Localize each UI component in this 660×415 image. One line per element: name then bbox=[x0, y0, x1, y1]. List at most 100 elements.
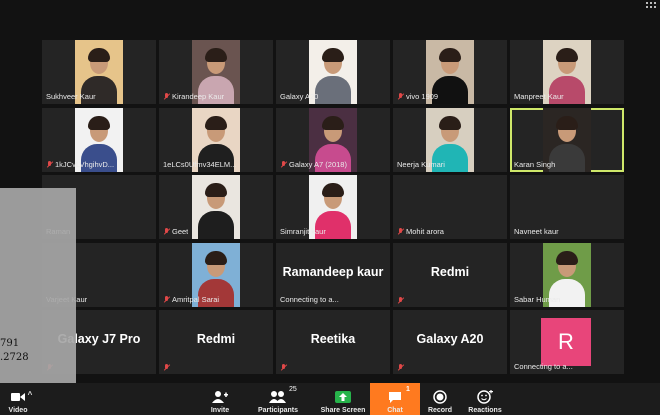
participant-name: Connecting to a... bbox=[280, 294, 339, 304]
muted-mic-icon bbox=[397, 93, 404, 100]
participant-tile[interactable]: Navneet kaur bbox=[510, 175, 624, 239]
record-label: Record bbox=[427, 407, 453, 414]
participant-name: Neerja Kumari bbox=[397, 159, 445, 169]
participant-display-name: Redmi bbox=[430, 264, 470, 279]
participant-tile[interactable]: R Connecting to a... bbox=[510, 310, 624, 374]
participant-name-row: Geet bbox=[163, 227, 188, 236]
meeting-toolbar: Video ^ Invite Participants 25 Share Scr… bbox=[0, 383, 660, 415]
muted-mic-icon bbox=[280, 364, 287, 371]
video-options-caret[interactable]: ^ bbox=[22, 383, 38, 415]
participants-count: 25 bbox=[289, 386, 297, 393]
participant-name-row: Karan Singh bbox=[514, 160, 555, 169]
participant-tile[interactable]: Redmi bbox=[393, 242, 507, 307]
participant-display-name: Reetika bbox=[310, 332, 356, 346]
participant-tile[interactable]: Geet bbox=[159, 175, 273, 239]
muted-mic-icon bbox=[163, 93, 170, 100]
chat-button[interactable]: Chat bbox=[370, 383, 420, 415]
participant-tile[interactable]: Sukhveer Kaur bbox=[42, 40, 156, 104]
participant-name-row: Neerja Kumari bbox=[397, 160, 445, 169]
participant-name: Geet bbox=[172, 227, 189, 236]
participant-name-row: Sukhveer Kaur bbox=[46, 92, 96, 101]
participant-name: Sabar Human bbox=[514, 294, 561, 304]
participant-name-row: Galaxy A20 bbox=[280, 92, 318, 101]
muted-mic-icon bbox=[46, 160, 53, 168]
avatar: R bbox=[541, 318, 591, 366]
participant-tile[interactable]: Galaxy A20 bbox=[276, 40, 390, 104]
participant-name-row: Connecting to a... bbox=[514, 362, 573, 371]
participant-name-row bbox=[163, 364, 172, 371]
participant-tile[interactable]: Simranjit kaur bbox=[276, 175, 390, 239]
left-overlay-panel: 791 .2728 bbox=[0, 188, 76, 415]
invite-button[interactable]: Invite bbox=[200, 383, 240, 415]
overlay-number-2: .2728 bbox=[0, 352, 29, 363]
participant-tile[interactable]: vivo 1909 bbox=[393, 40, 507, 104]
chat-label: Chat bbox=[387, 407, 403, 414]
participant-video bbox=[192, 175, 240, 239]
participant-display-name: Galaxy A20 bbox=[416, 332, 484, 346]
record-button[interactable]: Record bbox=[422, 383, 458, 415]
participant-name-row bbox=[397, 364, 406, 371]
muted-mic-icon bbox=[163, 364, 170, 371]
participant-name-row: 1kJCvLVhgihvD... bbox=[46, 160, 114, 169]
muted-mic-icon bbox=[397, 364, 404, 371]
participant-name-row bbox=[280, 364, 289, 371]
add-user-icon bbox=[212, 390, 228, 404]
participant-name: Manpreet Kaur bbox=[514, 92, 564, 101]
participant-name-row: Simranjit kaur bbox=[280, 227, 326, 236]
participant-name-row bbox=[397, 296, 406, 304]
participant-display-name: Ramandeep kaur bbox=[282, 264, 384, 279]
participants-icon bbox=[269, 390, 287, 404]
participant-name: Karan Singh bbox=[514, 159, 556, 169]
participant-name-row: Kirandeep Kaur bbox=[163, 92, 224, 101]
share-screen-label: Share Screen bbox=[320, 407, 366, 414]
participant-name: vivo 1909 bbox=[406, 92, 439, 101]
participant-tile[interactable]: Galaxy A7 (2018) bbox=[276, 107, 390, 172]
participant-name: Connecting to a... bbox=[514, 362, 573, 371]
participant-tile[interactable]: Redmi bbox=[159, 310, 273, 374]
participant-tile[interactable]: 1eLCs0Ufmv34ELM... bbox=[159, 107, 273, 172]
participant-name: 1eLCs0Ufmv34ELM... bbox=[163, 159, 237, 169]
participant-tile[interactable]: Kirandeep Kaur bbox=[159, 40, 273, 104]
participant-tile[interactable]: Reetika bbox=[276, 310, 390, 374]
participant-tile[interactable]: Neerja Kumari bbox=[393, 107, 507, 172]
muted-mic-icon bbox=[163, 295, 170, 303]
chat-badge: 1 bbox=[406, 386, 410, 393]
participant-name-row: 1eLCs0Ufmv34ELM... bbox=[163, 160, 236, 169]
participant-tile[interactable]: Amritpal Sarai bbox=[159, 242, 273, 307]
overlay-number-1: 791 bbox=[0, 338, 20, 349]
participant-name-row: vivo 1909 bbox=[397, 92, 438, 101]
participant-name: Kirandeep Kaur bbox=[172, 92, 225, 101]
share-screen-button[interactable]: Share Screen bbox=[316, 383, 370, 415]
participant-name: Navneet kaur bbox=[514, 227, 559, 236]
participant-tile[interactable]: Karan Singh bbox=[510, 107, 624, 172]
participant-tile[interactable]: Sabar Human bbox=[510, 242, 624, 307]
reactions-button[interactable]: Reactions bbox=[464, 383, 506, 415]
participant-tile[interactable]: Galaxy A20 bbox=[393, 310, 507, 374]
participant-name-row: Galaxy A7 (2018) bbox=[280, 160, 347, 169]
participant-name-row: Manpreet Kaur bbox=[514, 92, 564, 101]
participant-name-row: Connecting to a... bbox=[280, 295, 339, 304]
participant-name: Mohit arora bbox=[406, 227, 444, 236]
muted-mic-icon bbox=[397, 296, 404, 304]
participant-name: Amritpal Sarai bbox=[172, 294, 220, 304]
participant-tile[interactable]: Ramandeep kaur Connecting to a... bbox=[276, 242, 390, 307]
participant-name: Sukhveer Kaur bbox=[46, 92, 96, 101]
smiley-plus-icon bbox=[477, 390, 493, 404]
participant-grid: Sukhveer Kaur Kirandeep Kaur Galaxy A20 viv… bbox=[42, 40, 624, 374]
participant-name-row: Amritpal Sarai bbox=[163, 295, 219, 304]
record-icon bbox=[433, 390, 447, 404]
participant-tile[interactable]: Manpreet Kaur bbox=[510, 40, 624, 104]
muted-mic-icon bbox=[280, 160, 287, 168]
muted-mic-icon bbox=[397, 228, 404, 235]
participant-tile[interactable]: Mohit arora bbox=[393, 175, 507, 239]
muted-mic-icon bbox=[163, 228, 170, 235]
participants-label: Participants bbox=[257, 407, 299, 414]
participant-name: Simranjit kaur bbox=[280, 227, 326, 236]
gallery-view-icon[interactable] bbox=[646, 0, 658, 10]
participant-name-row: Navneet kaur bbox=[514, 227, 559, 236]
participant-name: Galaxy A7 (2018) bbox=[289, 159, 347, 169]
participant-tile[interactable]: 1kJCvLVhgihvD... bbox=[42, 107, 156, 172]
share-screen-icon bbox=[335, 390, 351, 404]
invite-label: Invite bbox=[210, 407, 230, 414]
participant-display-name: Redmi bbox=[196, 332, 236, 346]
